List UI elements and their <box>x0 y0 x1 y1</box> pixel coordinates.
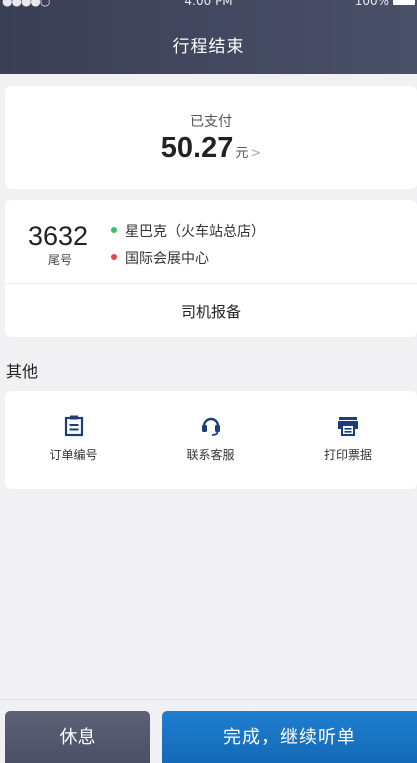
end-dot-icon <box>111 254 117 260</box>
print-receipt-label: 打印票据 <box>323 448 372 462</box>
chevron-right-icon[interactable]: > <box>250 146 261 161</box>
plate-tail-number: 3632 <box>28 221 89 251</box>
trip-card: 3632 尾号 星巴克（火车站总店） 国际会展中心 司机报备 <box>5 200 417 337</box>
driver-report-button[interactable]: 司机报备 <box>5 301 417 322</box>
start-dot-icon <box>111 227 117 233</box>
order-number-button[interactable]: 订单编号 <box>5 391 142 489</box>
finish-continue-button[interactable]: 完成，继续听单 <box>162 711 417 763</box>
printer-icon <box>337 415 359 441</box>
section-title-other: 其他 <box>6 362 39 381</box>
page-title: 行程结束 <box>172 37 245 57</box>
route-end: 国际会展中心 <box>111 248 209 268</box>
contact-service-label: 联系客服 <box>186 448 235 462</box>
battery-percent: 100% <box>354 0 389 8</box>
payment-amount-row[interactable]: 50.27 元 > <box>5 132 417 165</box>
payment-unit: 元 <box>235 146 249 161</box>
top-header: ●●●●○ 4:00 PM 100% 行程结束 <box>0 0 417 74</box>
headset-icon <box>200 415 222 441</box>
print-receipt-button[interactable]: 打印票据 <box>279 391 417 489</box>
order-number-icon <box>64 415 84 441</box>
route-end-label: 国际会展中心 <box>125 251 209 267</box>
bottom-action-bar: 休息 完成，继续听单 <box>0 699 417 763</box>
payment-amount: 50.27 <box>160 132 234 164</box>
rest-button[interactable]: 休息 <box>5 711 150 763</box>
payment-status: 已支付 <box>190 114 232 130</box>
other-card: 订单编号 联系客服 打印票据 <box>5 391 417 489</box>
payment-card[interactable]: 已支付 50.27 元 > <box>5 86 417 189</box>
contact-service-button[interactable]: 联系客服 <box>142 391 279 489</box>
plate-tail-label: 尾号 <box>48 253 73 267</box>
battery-icon <box>393 0 415 5</box>
route-start: 星巴克（火车站总店） <box>111 221 265 241</box>
status-bar: ●●●●○ 4:00 PM 100% <box>0 0 417 8</box>
divider <box>5 283 417 284</box>
order-number-label: 订单编号 <box>49 448 98 462</box>
route-start-label: 星巴克（火车站总店） <box>125 224 265 240</box>
